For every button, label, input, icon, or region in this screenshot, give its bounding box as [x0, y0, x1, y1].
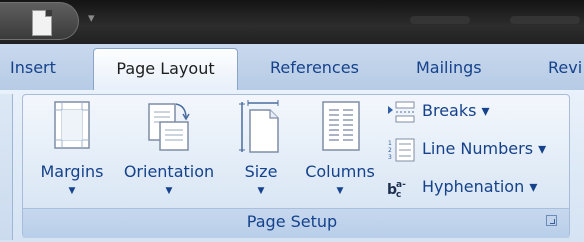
breaks-icon: [388, 101, 415, 123]
chevron-down-icon: ▼: [68, 186, 76, 196]
margins-label: Margins: [40, 162, 104, 181]
svg-text:2: 2: [388, 147, 392, 154]
svg-text:3: 3: [388, 154, 392, 161]
chevron-down-icon: ▼: [336, 186, 344, 196]
size-label: Size: [244, 162, 278, 181]
dialog-launcher-icon[interactable]: [546, 215, 557, 226]
chevron-down-icon: ▼: [165, 186, 173, 196]
line-numbers-icon: 123: [388, 138, 415, 162]
breaks-button[interactable]: Breaks ▾: [386, 98, 564, 126]
orientation-icon: [148, 103, 190, 151]
tab-references[interactable]: References: [270, 58, 359, 77]
columns-icon: [322, 101, 360, 151]
line-numbers-button[interactable]: 123 Line Numbers ▾: [386, 136, 564, 164]
customize-quick-access-dropdown-icon[interactable]: ▾: [88, 11, 95, 26]
svg-text:c: c: [396, 190, 401, 200]
columns-label: Columns: [305, 162, 375, 181]
hyphenation-button[interactable]: b a- c Hyphenation ▾: [386, 174, 564, 202]
tab-mailings[interactable]: Mailings: [416, 58, 482, 77]
new-document-icon[interactable]: [32, 10, 52, 36]
quick-access-toolbar: [0, 2, 79, 40]
chevron-down-icon: ▼: [257, 186, 265, 196]
tab-page-layout[interactable]: Page Layout: [93, 48, 238, 92]
line-numbers-label: Line Numbers ▾: [422, 139, 547, 158]
hyphenation-icon: b a- c: [387, 180, 406, 200]
orientation-button[interactable]: Orientation ▼: [116, 100, 222, 200]
size-icon: [239, 100, 279, 153]
line-numbers-text: Line Numbers: [422, 139, 534, 158]
orientation-label: Orientation: [123, 162, 215, 181]
svg-text:a-: a-: [396, 180, 406, 190]
page-setup-group-label: Page Setup: [246, 212, 338, 231]
tab-insert[interactable]: Insert: [10, 58, 56, 77]
title-text-blur: [410, 16, 470, 24]
title-text-blur: [510, 16, 580, 24]
hyphenation-text: Hyphenation: [422, 177, 525, 196]
hyphenation-label: Hyphenation ▾: [422, 177, 538, 196]
breaks-text: Breaks: [422, 101, 477, 120]
margins-icon: [54, 101, 90, 149]
title-bar: ▾: [0, 0, 584, 44]
breaks-label: Breaks ▾: [422, 101, 490, 120]
columns-button[interactable]: Columns ▼: [298, 100, 382, 200]
margins-button[interactable]: Margins ▼: [34, 100, 110, 200]
tab-page-layout-label: Page Layout: [116, 59, 215, 78]
tab-review[interactable]: Revi: [548, 58, 582, 77]
svg-text:1: 1: [388, 140, 392, 147]
size-button[interactable]: Size ▼: [232, 100, 290, 200]
